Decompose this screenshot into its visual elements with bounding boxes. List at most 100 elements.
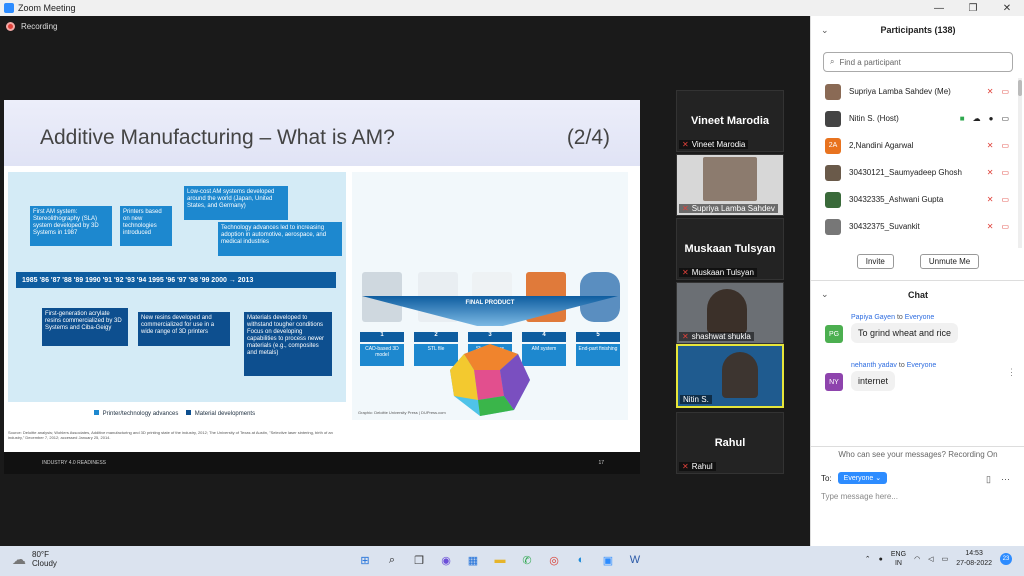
search-icon[interactable]: ⌕ xyxy=(383,551,401,569)
volume-icon[interactable]: ◁ xyxy=(928,555,933,563)
clock[interactable]: 14:53 27-08-2022 xyxy=(956,549,992,569)
mic-muted-icon: ✕ xyxy=(986,168,994,177)
wifi-icon[interactable]: ◠ xyxy=(914,555,920,563)
battery-icon[interactable]: ▭ xyxy=(942,555,949,563)
minimize-button[interactable]: — xyxy=(922,0,956,16)
restore-button[interactable]: ❐ xyxy=(956,0,990,16)
step-label: CAD-based 3D model xyxy=(360,344,404,366)
participant-name: Nitin S. (Host) xyxy=(849,114,899,123)
chevron-up-icon[interactable]: ⌃ xyxy=(865,555,871,563)
start-icon[interactable]: ⊞ xyxy=(356,551,374,569)
meeting-area: Recording Additive Manufacturing – What … xyxy=(0,16,810,546)
weather-widget[interactable]: ☁ 80°F Cloudy xyxy=(12,550,57,568)
to-label: To: xyxy=(821,473,832,483)
avatar: 2A xyxy=(825,137,841,154)
participant-name: 2,Nandini Agarwal xyxy=(849,141,914,150)
slide-box: First AM system: Stereolithography (SLA)… xyxy=(30,206,112,246)
slide-footer: INDUSTRY 4.0 READINESS 17 xyxy=(4,452,640,474)
slide-box: Technology advances led to increasing ad… xyxy=(218,222,342,256)
video-off-icon: ▭ xyxy=(1001,222,1009,231)
word-icon[interactable]: W xyxy=(626,551,644,569)
chat-recipient[interactable]: Everyone xyxy=(905,314,935,321)
participant-row[interactable]: 30430121_Saumyadeep Ghosh ✕ ▭ xyxy=(811,159,1017,186)
edge-icon[interactable]: ◐ xyxy=(572,551,590,569)
mic-muted-icon: ✕ xyxy=(986,195,994,204)
video-tile-active-speaker[interactable]: Nitin S. xyxy=(676,344,784,408)
more-icon[interactable]: ⋯ xyxy=(1001,474,1010,485)
chat-recipient[interactable]: Everyone xyxy=(907,362,937,369)
recording-indicator[interactable]: Recording xyxy=(6,22,57,31)
participants-header: Participants (138) xyxy=(880,25,956,35)
video-tile[interactable]: Muskaan Tulsyan ✕ Muskaan Tulsyan xyxy=(676,218,784,280)
task-view-icon[interactable]: ❐ xyxy=(410,551,428,569)
participant-row[interactable]: 2A 2,Nandini Agarwal ✕ ▭ xyxy=(811,132,1017,159)
teams-chat-icon[interactable]: ◉ xyxy=(437,551,455,569)
video-tile[interactable]: ✕ shashwat shukla xyxy=(676,282,784,344)
chat-text: internet xyxy=(851,371,896,391)
tile-label: ✕ Vineet Marodia xyxy=(679,140,749,149)
invite-button[interactable]: Invite xyxy=(856,254,894,269)
video-tile[interactable]: Vineet Marodia ✕ Vineet Marodia xyxy=(676,90,784,152)
recipient-dropdown[interactable]: Everyone ⌄ xyxy=(837,472,888,484)
slide-box: Printers based on new technologies intro… xyxy=(120,206,172,246)
participant-name: 30430121_Saumyadeep Ghosh xyxy=(849,168,962,177)
slide-page: (2/4) xyxy=(566,126,610,149)
chat-message: nehanth yadav to Everyone NY internet xyxy=(825,362,1015,391)
store-icon[interactable]: ▦ xyxy=(464,551,482,569)
more-options-icon[interactable]: ⋮ xyxy=(1007,358,1016,386)
chat-message-input[interactable]: Type message here... xyxy=(821,492,898,501)
avatar xyxy=(825,164,841,181)
chat-visibility-notice[interactable]: Who can see your messages? Recording On xyxy=(811,446,1024,462)
slide-timeline-panel: First AM system: Stereolithography (SLA)… xyxy=(8,172,346,402)
legend-label: Printer/technology advances xyxy=(102,411,179,417)
participant-row[interactable]: 30432375_Suvankit ✕ ▭ xyxy=(811,213,1017,240)
side-panel: ⌄ Participants (138) ⌕ Find a participan… xyxy=(810,16,1024,546)
unmute-me-button[interactable]: Unmute Me xyxy=(919,254,980,269)
mic-icon: ● xyxy=(988,114,994,123)
participants-scrollbar[interactable] xyxy=(1018,78,1022,248)
participant-row[interactable]: Supriya Lamba Sahdev (Me) ✕ ▭ xyxy=(811,78,1017,105)
slide-legend: Printer/technology advances Material dev… xyxy=(88,410,255,417)
search-icon: ⌕ xyxy=(830,57,835,66)
window-titlebar: Zoom Meeting — ❐ ✕ xyxy=(0,0,1024,16)
zoom-app-icon xyxy=(4,3,14,13)
notification-badge[interactable]: 23 xyxy=(1000,553,1012,565)
file-explorer-icon[interactable]: ▬ xyxy=(491,551,509,569)
participant-row[interactable]: 30432335_Ashwani Gupta ✕ ▭ xyxy=(811,186,1017,213)
mic-muted-icon: ✕ xyxy=(682,332,689,341)
video-tile[interactable]: Rahul ✕ Rahul xyxy=(676,412,784,474)
participant-video xyxy=(722,352,758,398)
close-button[interactable]: ✕ xyxy=(990,0,1024,16)
tile-label: ✕ Rahul xyxy=(679,462,716,471)
chrome-icon[interactable]: ◎ xyxy=(545,551,563,569)
video-tile[interactable]: ✕ Supriya Lamba Sahdev xyxy=(676,154,784,216)
mic-muted-icon: ✕ xyxy=(986,87,994,96)
chat-text: To grind wheat and rice xyxy=(851,323,959,343)
graphic-credit: Graphic: Deloitte University Press | DUP… xyxy=(358,410,446,415)
step-label: End-part finishing xyxy=(576,344,620,366)
file-icon[interactable]: ▯ xyxy=(986,474,991,485)
video-off-icon: ▭ xyxy=(1001,87,1009,96)
participant-row[interactable]: Nitin S. (Host) ■ ☁ ● ▭ xyxy=(811,105,1017,132)
avatar xyxy=(825,83,841,100)
timeline-bar: 1985 '86 '87 '88 '89 1990 '91 '92 '93 '9… xyxy=(16,272,336,288)
weather-condition: Cloudy xyxy=(32,559,57,568)
mic-muted-icon: ✕ xyxy=(986,141,994,150)
final-product-image xyxy=(450,344,530,416)
avatar: NY xyxy=(825,373,843,391)
whatsapp-icon[interactable]: ✆ xyxy=(518,551,536,569)
legend-label: Material developments xyxy=(194,411,256,417)
window-title: Zoom Meeting xyxy=(18,3,76,13)
participant-search-input[interactable]: ⌕ Find a participant xyxy=(823,52,1013,72)
participant-name: 30432375_Suvankit xyxy=(849,222,920,231)
zoom-icon[interactable]: ▣ xyxy=(599,551,617,569)
avatar xyxy=(825,191,841,208)
language-indicator[interactable]: ENG IN xyxy=(891,550,906,568)
taskbar: ☁ 80°F Cloudy ⊞ ⌕ ❐ ◉ ▦ ▬ ✆ ◎ ◐ ▣ W ⌃ ● … xyxy=(0,546,1024,576)
participant-name: Supriya Lamba Sahdev (Me) xyxy=(849,87,951,96)
slide-process-panel: 1 2 3 4 5 CAD-based 3D model STL file Sl… xyxy=(352,172,628,420)
footer-left: INDUSTRY 4.0 READINESS xyxy=(42,460,107,466)
legend-swatch xyxy=(186,410,192,415)
mic-icon[interactable]: ● xyxy=(879,556,883,563)
video-icon: ▭ xyxy=(1001,114,1009,123)
